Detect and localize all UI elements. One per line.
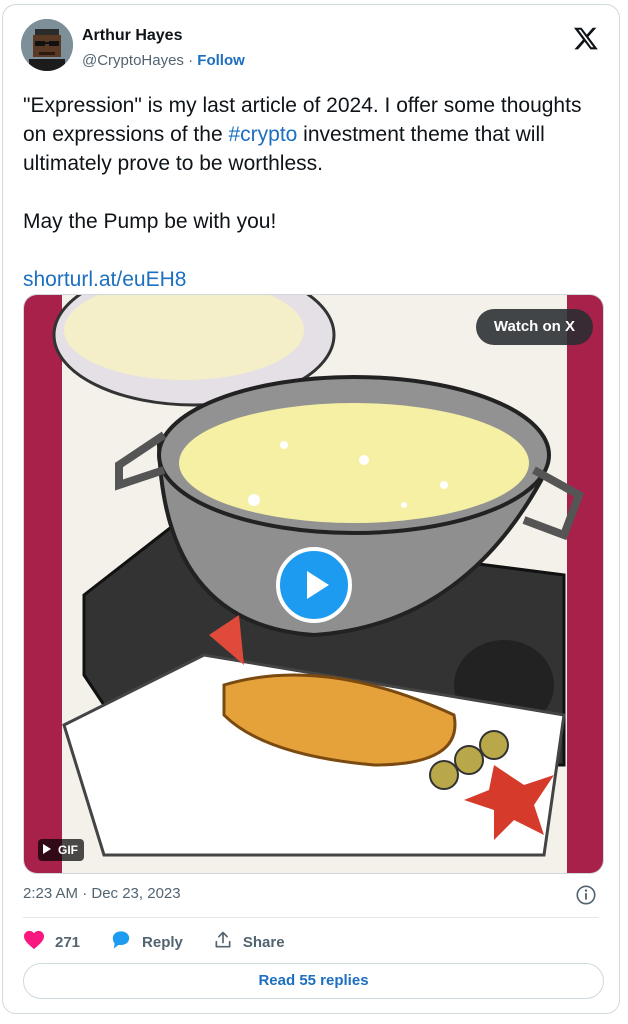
watch-on-x-button[interactable]: Watch on X	[475, 309, 593, 345]
author-handle-row: @CryptoHayes · Follow	[82, 52, 245, 69]
tweet-card: Arthur Hayes @CryptoHayes · Follow "Expr…	[2, 4, 620, 1014]
divider	[23, 917, 599, 918]
info-icon[interactable]	[575, 884, 597, 906]
read-replies-button[interactable]: Read 55 replies	[23, 963, 604, 999]
gif-badge: GIF	[38, 839, 84, 861]
action-bar: 271 Reply Share	[23, 927, 315, 957]
like-count: 271	[55, 933, 81, 951]
tweet-paragraph-2: May the Pump be with you!	[23, 210, 277, 233]
reply-button[interactable]: Reply	[110, 930, 183, 954]
tweet-header: Arthur Hayes @CryptoHayes · Follow	[21, 19, 601, 75]
play-icon[interactable]	[276, 547, 352, 623]
follow-button[interactable]: Follow	[197, 52, 245, 69]
tweet-text: "Expression" is my last article of 2024.…	[23, 91, 608, 294]
share-button[interactable]: Share	[213, 930, 285, 954]
separator: ·	[188, 52, 194, 69]
author-handle[interactable]: @CryptoHayes	[82, 52, 184, 69]
avatar[interactable]	[21, 19, 73, 71]
heart-icon	[23, 930, 55, 954]
like-button[interactable]: 271	[23, 930, 80, 954]
gif-label: GIF	[58, 843, 78, 857]
tweet-paragraph-1: "Expression" is my last article of 2024.…	[23, 91, 608, 178]
share-label: Share	[242, 933, 285, 951]
article-link[interactable]: shorturl.at/euEH8	[23, 265, 608, 294]
author-name[interactable]: Arthur Hayes	[82, 27, 182, 45]
reply-label: Reply	[142, 933, 183, 951]
x-logo-icon[interactable]	[573, 25, 599, 51]
media-gif[interactable]: Watch on X GIF	[23, 294, 604, 874]
tweet-timestamp[interactable]: 2:23 AM · Dec 23, 2023	[23, 885, 181, 902]
reply-icon	[110, 930, 142, 954]
gif-play-icon	[42, 839, 52, 861]
hashtag-link[interactable]: #crypto	[228, 123, 297, 146]
share-icon	[213, 930, 243, 954]
